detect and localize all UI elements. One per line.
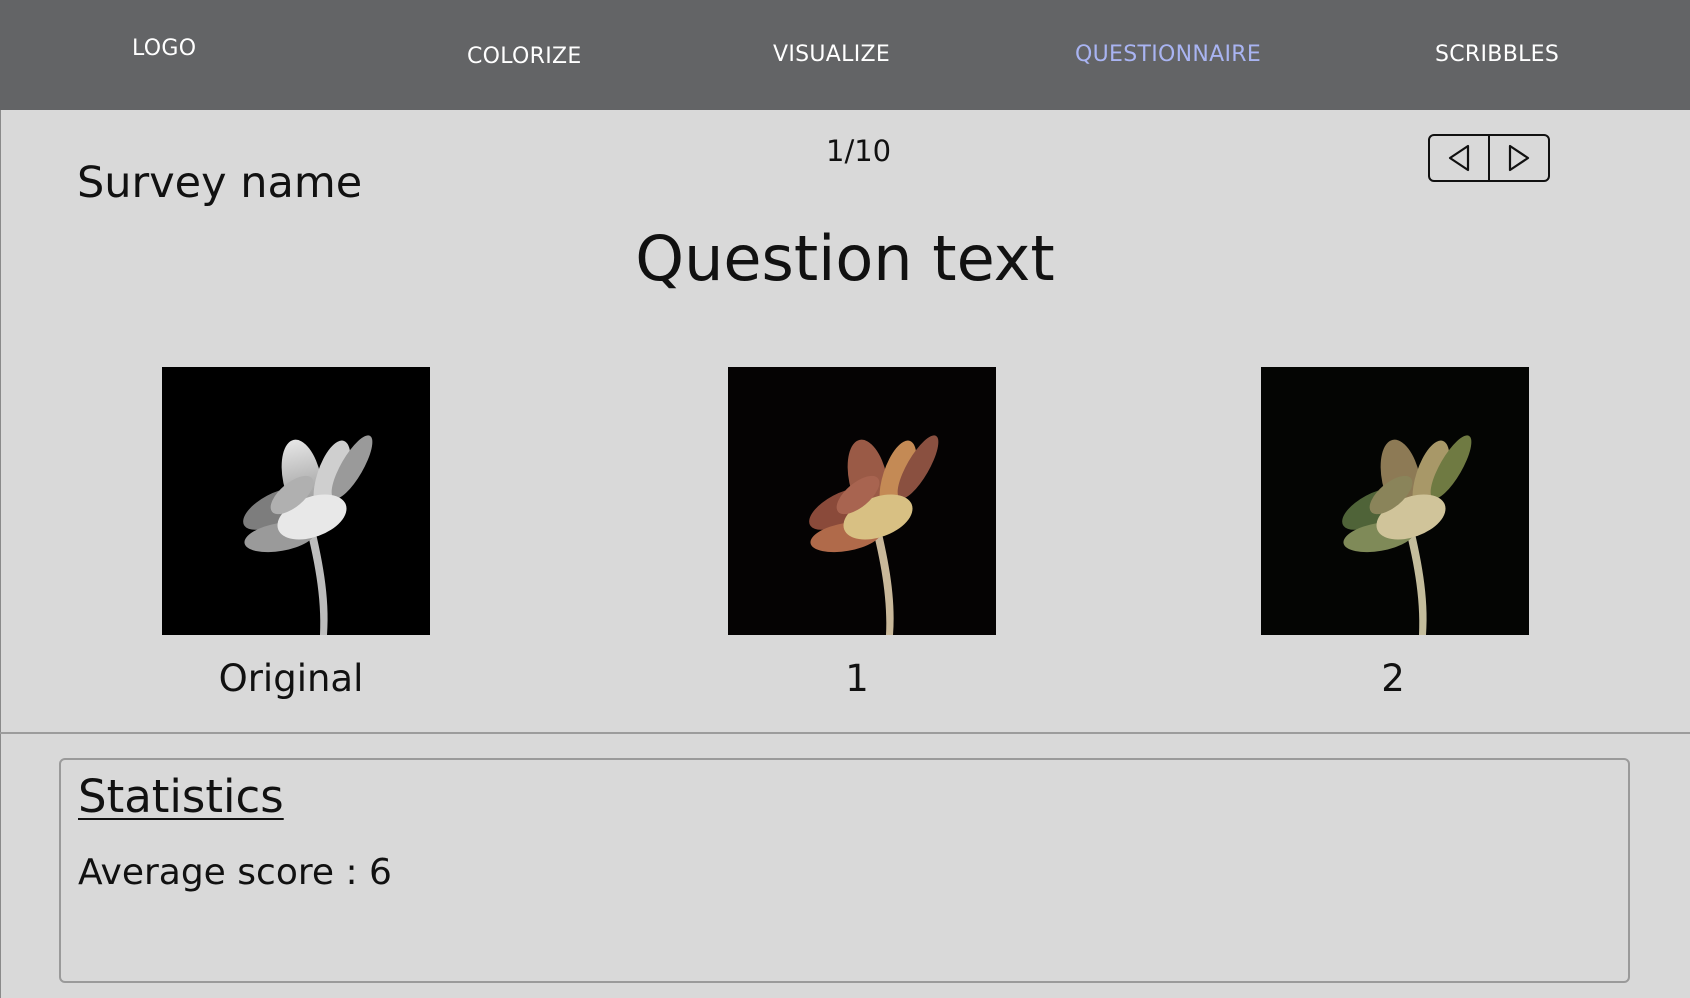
nav-visualize[interactable]: VISUALIZE <box>773 42 890 67</box>
lotus-flower-image <box>728 367 996 635</box>
logo[interactable]: LOGO <box>132 36 196 61</box>
nav-questionnaire[interactable]: QUESTIONNAIRE <box>1075 42 1261 67</box>
statistics-title: Statistics <box>78 770 284 823</box>
original-image[interactable] <box>162 367 430 635</box>
average-score: Average score : 6 <box>78 852 392 893</box>
question-counter: 1/10 <box>826 134 892 168</box>
image-caption-1: 1 <box>845 657 869 700</box>
image-caption-original: Original <box>218 657 364 700</box>
lotus-flower-image <box>162 367 430 635</box>
next-question-button[interactable] <box>1488 136 1548 180</box>
colorized-image-2[interactable] <box>1261 367 1529 635</box>
triangle-left-icon <box>1448 144 1470 172</box>
colorized-image-1[interactable] <box>728 367 996 635</box>
nav-scribbles[interactable]: SCRIBBLES <box>1435 42 1559 67</box>
lotus-flower-image <box>1261 367 1529 635</box>
question-pager <box>1428 134 1550 182</box>
question-text: Question text <box>635 222 1055 295</box>
triangle-right-icon <box>1508 144 1530 172</box>
statistics-panel: Statistics Average score : 6 <box>59 758 1630 983</box>
survey-name: Survey name <box>77 158 363 208</box>
section-divider <box>0 732 1690 734</box>
nav-colorize[interactable]: COLORIZE <box>467 44 582 69</box>
image-caption-2: 2 <box>1381 657 1405 700</box>
previous-question-button[interactable] <box>1430 136 1488 180</box>
top-nav-bar: LOGO COLORIZE VISUALIZE QUESTIONNAIRE SC… <box>0 0 1690 110</box>
